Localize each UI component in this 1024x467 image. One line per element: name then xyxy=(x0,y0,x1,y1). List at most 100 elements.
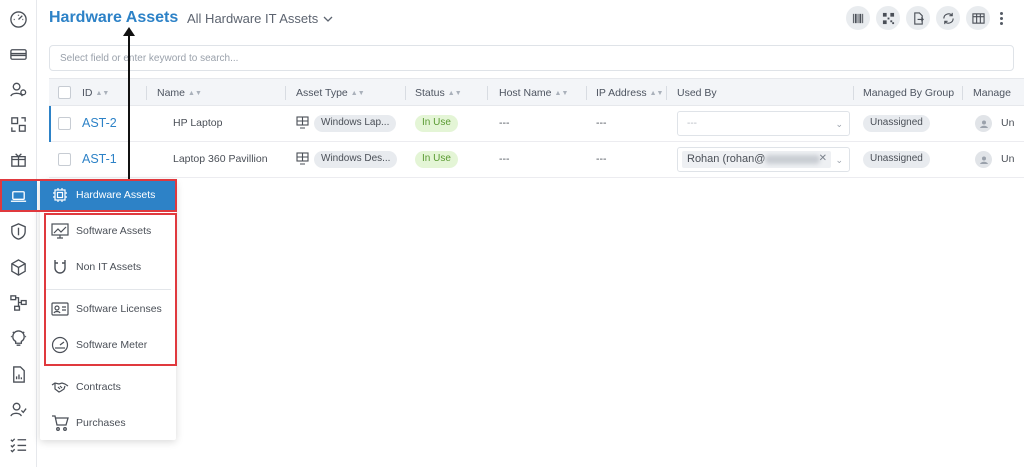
changes-icon[interactable] xyxy=(0,108,37,140)
column-header-managed-by-group[interactable]: Managed By Group xyxy=(863,87,954,99)
used-by-select[interactable]: Rohan (rohan@ ✕ ⌄ xyxy=(677,147,850,172)
used-by-select[interactable]: --- ⌄ xyxy=(677,111,850,136)
cart-icon xyxy=(52,415,69,431)
row-checkbox[interactable] xyxy=(58,153,71,166)
column-header-status[interactable]: Status ▲▼ xyxy=(415,87,462,99)
asset-type-pill: Windows Des... xyxy=(314,151,398,168)
table-row[interactable]: AST-2 HP Laptop Windows Lap... In Use --… xyxy=(49,106,1024,142)
column-header-used-by[interactable]: Used By xyxy=(677,87,717,99)
report-icon[interactable] xyxy=(0,358,37,390)
idea-icon[interactable] xyxy=(0,322,37,354)
column-divider xyxy=(586,86,587,100)
column-label: Status xyxy=(415,87,445,99)
avatar xyxy=(975,115,992,132)
column-header-name[interactable]: Name ▲▼ xyxy=(157,87,202,99)
managed-by-group-pill: Unassigned xyxy=(863,115,930,132)
sort-icon: ▲▼ xyxy=(95,89,110,97)
table-header: ID ▲▼ Name ▲▼ Asset Type ▲▼ Status ▲▼ Host N… xyxy=(49,78,1024,106)
asset-name: Laptop 360 Pavillion xyxy=(173,153,268,165)
sort-icon: ▲▼ xyxy=(447,89,462,97)
menu-item-contracts[interactable]: Contracts xyxy=(51,378,121,396)
barcode-icon[interactable] xyxy=(846,6,870,30)
redacted-email xyxy=(765,154,821,164)
chevron-down-icon: ⌄ xyxy=(835,155,843,165)
column-header-asset-type[interactable]: Asset Type ▲▼ xyxy=(296,87,365,99)
column-label: Asset Type xyxy=(296,87,348,99)
more-icon[interactable] xyxy=(996,6,1006,30)
column-divider xyxy=(962,86,963,100)
view-selector[interactable]: All Hardware IT Assets xyxy=(187,11,333,26)
release-icon[interactable] xyxy=(0,143,37,175)
column-header-id[interactable]: ID ▲▼ xyxy=(82,87,109,99)
column-divider xyxy=(487,86,488,100)
select-all-checkbox[interactable] xyxy=(58,86,71,99)
annotation-arrow xyxy=(128,34,130,179)
menu-item-label: Purchases xyxy=(76,417,126,429)
refresh-icon[interactable] xyxy=(936,6,960,30)
column-label: IP Address xyxy=(596,87,647,99)
managed-by: Un xyxy=(1001,153,1015,165)
column-label: Manage xyxy=(973,87,1011,99)
annotation-arrow-head xyxy=(123,27,135,36)
chevron-down-icon xyxy=(323,16,333,22)
table-row[interactable]: AST-1 Laptop 360 Pavillion Windows Des..… xyxy=(49,142,1024,178)
column-label: Host Name xyxy=(499,87,552,99)
annotation-highlight-submenu xyxy=(44,213,177,366)
used-by-tag: Rohan (rohan@ ✕ xyxy=(682,151,831,168)
qr-icon[interactable] xyxy=(876,6,900,30)
windows-device-icon xyxy=(296,152,309,165)
export-icon[interactable] xyxy=(906,6,930,30)
menu-item-label: Contracts xyxy=(76,381,121,393)
column-label: Name xyxy=(157,87,186,99)
header-actions xyxy=(846,6,1006,30)
page-title: Hardware Assets xyxy=(49,9,179,26)
cube-icon[interactable] xyxy=(0,251,37,283)
table-columns-icon[interactable] xyxy=(966,6,990,30)
ticket-icon[interactable] xyxy=(0,38,37,70)
search-input[interactable]: Select field or enter keyword to search.… xyxy=(49,45,1014,71)
column-divider xyxy=(853,86,854,100)
asset-id-link[interactable]: AST-2 xyxy=(82,116,117,130)
checklist-icon[interactable] xyxy=(0,428,37,460)
windows-device-icon xyxy=(296,116,309,129)
column-divider xyxy=(405,86,406,100)
left-rail xyxy=(0,0,37,467)
asset-name: HP Laptop xyxy=(173,117,223,129)
sort-icon: ▲▼ xyxy=(554,89,569,97)
status-badge: In Use xyxy=(415,151,458,168)
managed-by: Un xyxy=(1001,117,1015,129)
ip-address: --- xyxy=(596,117,607,129)
ip-address: --- xyxy=(596,153,607,165)
used-by-placeholder: --- xyxy=(687,118,697,129)
shield-icon[interactable] xyxy=(0,215,37,247)
column-divider xyxy=(146,86,147,100)
sort-icon: ▲▼ xyxy=(188,89,202,97)
user-check-icon[interactable] xyxy=(0,393,37,425)
menu-item-purchases[interactable]: Purchases xyxy=(51,414,126,432)
column-label: Managed By Group xyxy=(863,87,955,99)
avatar xyxy=(975,151,992,168)
annotation-highlight-hardware xyxy=(0,179,177,212)
column-header-host-name[interactable]: Host Name ▲▼ xyxy=(499,87,568,99)
view-selector-label: All Hardware IT Assets xyxy=(187,11,319,26)
column-divider xyxy=(285,86,286,100)
remove-tag-icon[interactable]: ✕ xyxy=(819,153,827,164)
column-divider xyxy=(666,86,667,100)
column-label: ID xyxy=(82,87,93,99)
column-label: Used By xyxy=(677,87,717,99)
column-header-managed-by[interactable]: Manage xyxy=(973,87,1011,99)
handshake-icon xyxy=(51,382,69,393)
column-header-ip-address[interactable]: IP Address ▲▼ xyxy=(596,87,663,99)
host-name: --- xyxy=(499,153,510,165)
managed-by-group-pill: Unassigned xyxy=(863,151,930,168)
row-checkbox[interactable] xyxy=(58,117,71,130)
asset-id-link[interactable]: AST-1 xyxy=(82,152,117,166)
workflow-icon[interactable] xyxy=(0,286,37,318)
users-icon[interactable] xyxy=(0,73,37,105)
sort-icon: ▲▼ xyxy=(649,89,664,97)
used-by-tag-label: Rohan (rohan@ xyxy=(687,153,766,165)
sort-icon: ▲▼ xyxy=(350,89,365,97)
asset-type-pill: Windows Lap... xyxy=(314,115,397,132)
host-name: --- xyxy=(499,117,510,129)
dashboard-icon[interactable] xyxy=(0,3,37,35)
